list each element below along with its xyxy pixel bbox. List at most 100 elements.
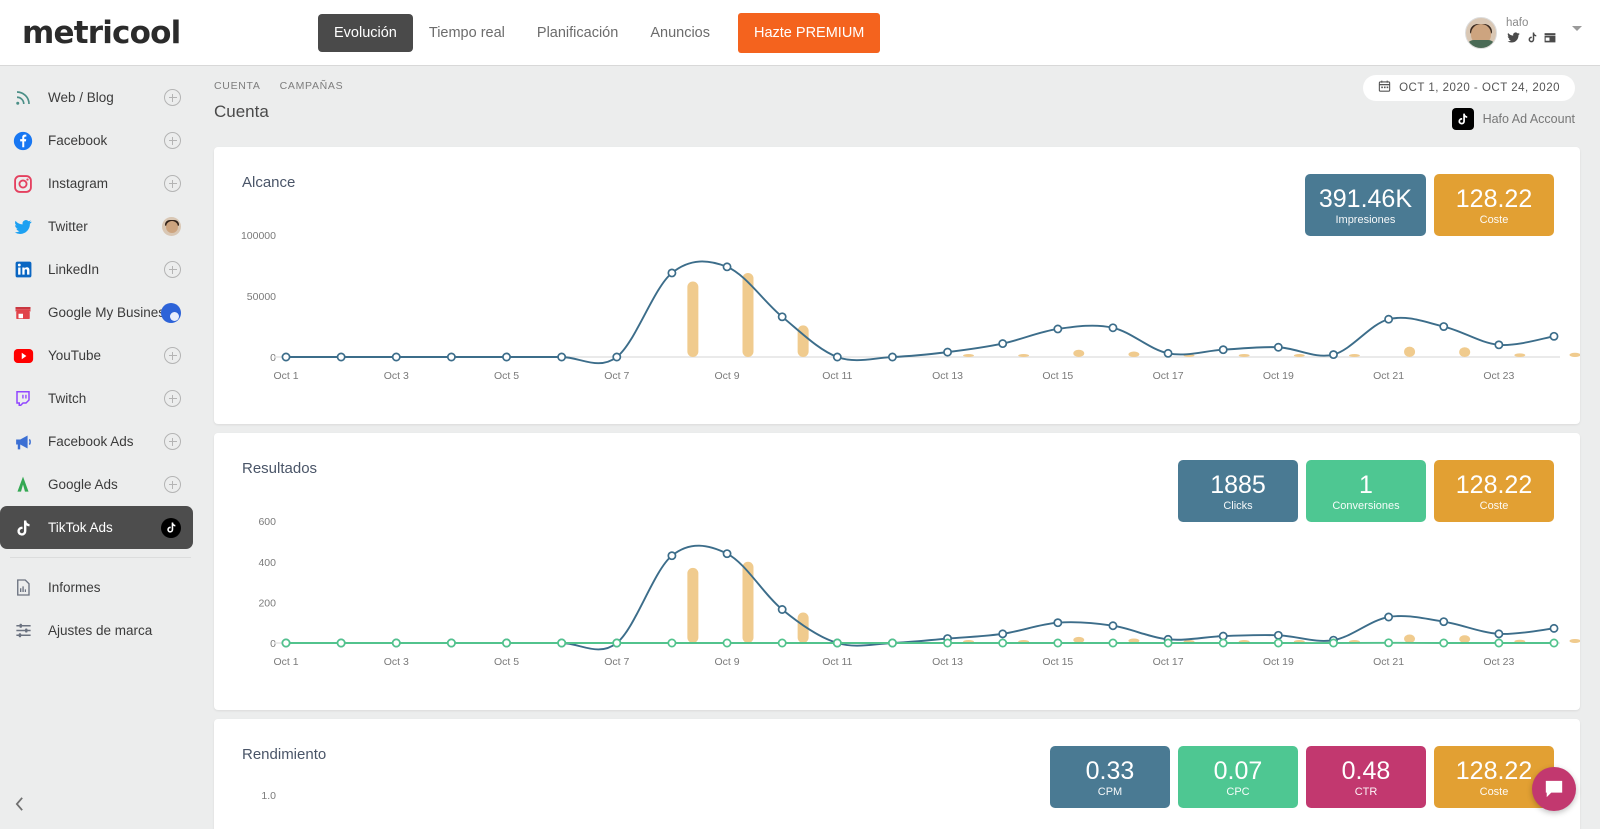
- gmb-account-icon[interactable]: [161, 302, 181, 323]
- svg-text:Oct 1: Oct 1: [273, 656, 298, 668]
- avatar[interactable]: [162, 217, 181, 236]
- svg-text:Oct 11: Oct 11: [822, 370, 852, 382]
- app-logo[interactable]: metricool: [22, 15, 181, 51]
- megaphone-icon: [12, 431, 34, 453]
- svg-text:Oct 9: Oct 9: [714, 656, 739, 668]
- svg-text:Oct 19: Oct 19: [1263, 656, 1294, 668]
- sidebar-item-label: Instagram: [48, 176, 109, 191]
- plus-icon[interactable]: [164, 390, 181, 407]
- card-resultados: Resultados 1885 Clicks 1 Conversiones 12…: [214, 433, 1580, 710]
- sidebar-collapse-button[interactable]: [14, 796, 25, 817]
- sidebar-item-label: LinkedIn: [48, 262, 100, 277]
- sidebar-item-label: Twitch: [48, 391, 87, 406]
- date-range-picker[interactable]: OCT 1, 2020 - OCT 24, 2020: [1363, 75, 1575, 101]
- svg-text:Oct 21: Oct 21: [1373, 656, 1404, 668]
- facebook-icon: [12, 130, 34, 152]
- svg-text:Oct 5: Oct 5: [494, 370, 519, 382]
- add-facebook-button[interactable]: [164, 132, 181, 149]
- sidebar-item-google-my-business[interactable]: Google My Business: [0, 291, 193, 334]
- tiktok-account-icon[interactable]: [161, 517, 181, 538]
- sidebar-divider: [10, 557, 191, 558]
- plus-icon[interactable]: [164, 433, 181, 450]
- svg-text:Oct 7: Oct 7: [604, 370, 629, 382]
- nav-item-tiempo-real[interactable]: Tiempo real: [413, 14, 521, 52]
- plus-icon[interactable]: [164, 132, 181, 149]
- google-my-business-icon[interactable]: [1543, 31, 1557, 49]
- top-header: metricool Evolución Tiempo real Planific…: [0, 0, 1600, 66]
- svg-text:Oct 9: Oct 9: [714, 370, 739, 382]
- chart-rendimiento[interactable]: 1.0: [214, 781, 1580, 829]
- user-area[interactable]: hafo: [1465, 0, 1582, 66]
- sidebar-item-label: YouTube: [48, 348, 102, 363]
- sidebar-item-ajustes-de-marca[interactable]: Ajustes de marca: [0, 609, 193, 652]
- add-google-ads-button[interactable]: [164, 476, 181, 493]
- sidebar-item-linkedin[interactable]: LinkedIn: [0, 248, 193, 291]
- app-root: metricool Evolución Tiempo real Planific…: [0, 0, 1600, 829]
- sidebar-item-web-blog[interactable]: Web / Blog: [0, 76, 193, 119]
- card-title: Rendimiento: [242, 746, 327, 763]
- sidebar-item-informes[interactable]: Informes: [0, 566, 193, 609]
- add-web-blog-button[interactable]: [164, 89, 181, 106]
- nav-item-planificacion[interactable]: Planificación: [521, 14, 634, 52]
- sidebar-item-youtube[interactable]: YouTube: [0, 334, 193, 377]
- add-linkedin-button[interactable]: [164, 261, 181, 278]
- calendar-icon: [1378, 79, 1391, 98]
- svg-text:50000: 50000: [247, 291, 276, 303]
- add-facebook-ads-button[interactable]: [164, 433, 181, 450]
- sidebar-item-label: Informes: [48, 580, 101, 595]
- plus-icon[interactable]: [164, 175, 181, 192]
- svg-text:Oct 23: Oct 23: [1483, 656, 1514, 668]
- sidebar-item-facebook-ads[interactable]: Facebook Ads: [0, 420, 193, 463]
- sidebar-item-twitch[interactable]: Twitch: [0, 377, 193, 420]
- sidebar-item-label: TikTok Ads: [48, 520, 113, 535]
- sidebar-item-twitter[interactable]: Twitter: [0, 205, 193, 248]
- twitter-icon: [12, 216, 34, 238]
- twitter-connected-avatar[interactable]: [162, 217, 181, 236]
- card-alcance: Alcance 391.46K Impresiones 128.22 Coste…: [214, 147, 1580, 424]
- twitter-icon[interactable]: [1506, 31, 1521, 49]
- sidebar-item-tiktok-ads[interactable]: TikTok Ads: [0, 506, 193, 549]
- avatar[interactable]: [1465, 17, 1497, 49]
- nav-item-evolucion[interactable]: Evolución: [318, 14, 413, 52]
- instagram-icon: [12, 173, 34, 195]
- google-ads-icon: [12, 474, 34, 496]
- svg-text:Oct 11: Oct 11: [822, 656, 852, 668]
- nav-item-anuncios[interactable]: Anuncios: [634, 14, 726, 52]
- sidebar-item-facebook[interactable]: Facebook: [0, 119, 193, 162]
- add-youtube-button[interactable]: [164, 347, 181, 364]
- card-rendimiento: Rendimiento 0.33 CPM 0.07 CPC 0.48 CTR 1…: [214, 719, 1580, 829]
- gmb-connected-badge[interactable]: [161, 302, 181, 323]
- youtube-icon: [12, 345, 34, 367]
- svg-text:Oct 13: Oct 13: [932, 656, 963, 668]
- sidebar-item-instagram[interactable]: Instagram: [0, 162, 193, 205]
- chevron-down-icon[interactable]: [1572, 25, 1582, 31]
- plus-icon[interactable]: [164, 347, 181, 364]
- sidebar-item-google-ads[interactable]: Google Ads: [0, 463, 193, 506]
- tiktok-icon[interactable]: [1526, 31, 1538, 49]
- user-channel-icons: [1506, 31, 1557, 49]
- chart-resultados[interactable]: 0 200 400 600 Oct 1 Oct 3 Oct 5 Oct 7 Oct 9 Oct 1…: [214, 495, 1580, 695]
- svg-text:Oct 13: Oct 13: [932, 370, 963, 382]
- tab-campanas[interactable]: CAMPAÑAS: [280, 80, 344, 92]
- add-instagram-button[interactable]: [164, 175, 181, 192]
- user-name: hafo: [1506, 17, 1529, 29]
- chart-alcance[interactable]: 0 50000 100000 Oct 1 Oct 3 Oct 5 Oct 7 Oct 9 Oct…: [214, 209, 1580, 409]
- plus-icon[interactable]: [164, 476, 181, 493]
- svg-text:Oct 17: Oct 17: [1153, 370, 1184, 382]
- sidebar-item-label: Web / Blog: [48, 90, 114, 105]
- svg-text:Oct 5: Oct 5: [494, 656, 519, 668]
- svg-text:Oct 7: Oct 7: [604, 656, 629, 668]
- tiktok-connected-badge[interactable]: [161, 517, 181, 538]
- svg-text:0: 0: [270, 352, 276, 364]
- svg-text:Oct 21: Oct 21: [1373, 370, 1404, 382]
- tab-cuenta[interactable]: CUENTA: [214, 80, 261, 92]
- plus-icon[interactable]: [164, 261, 181, 278]
- svg-text:Oct 19: Oct 19: [1263, 370, 1294, 382]
- sidebar-item-label: Google Ads: [48, 477, 118, 492]
- ad-account-selector[interactable]: Hafo Ad Account: [1451, 108, 1575, 130]
- plus-icon[interactable]: [164, 89, 181, 106]
- card-title: Resultados: [242, 460, 318, 477]
- chat-bubble-icon[interactable]: [1532, 767, 1576, 811]
- premium-button[interactable]: Hazte PREMIUM: [737, 13, 881, 53]
- add-twitch-button[interactable]: [164, 390, 181, 407]
